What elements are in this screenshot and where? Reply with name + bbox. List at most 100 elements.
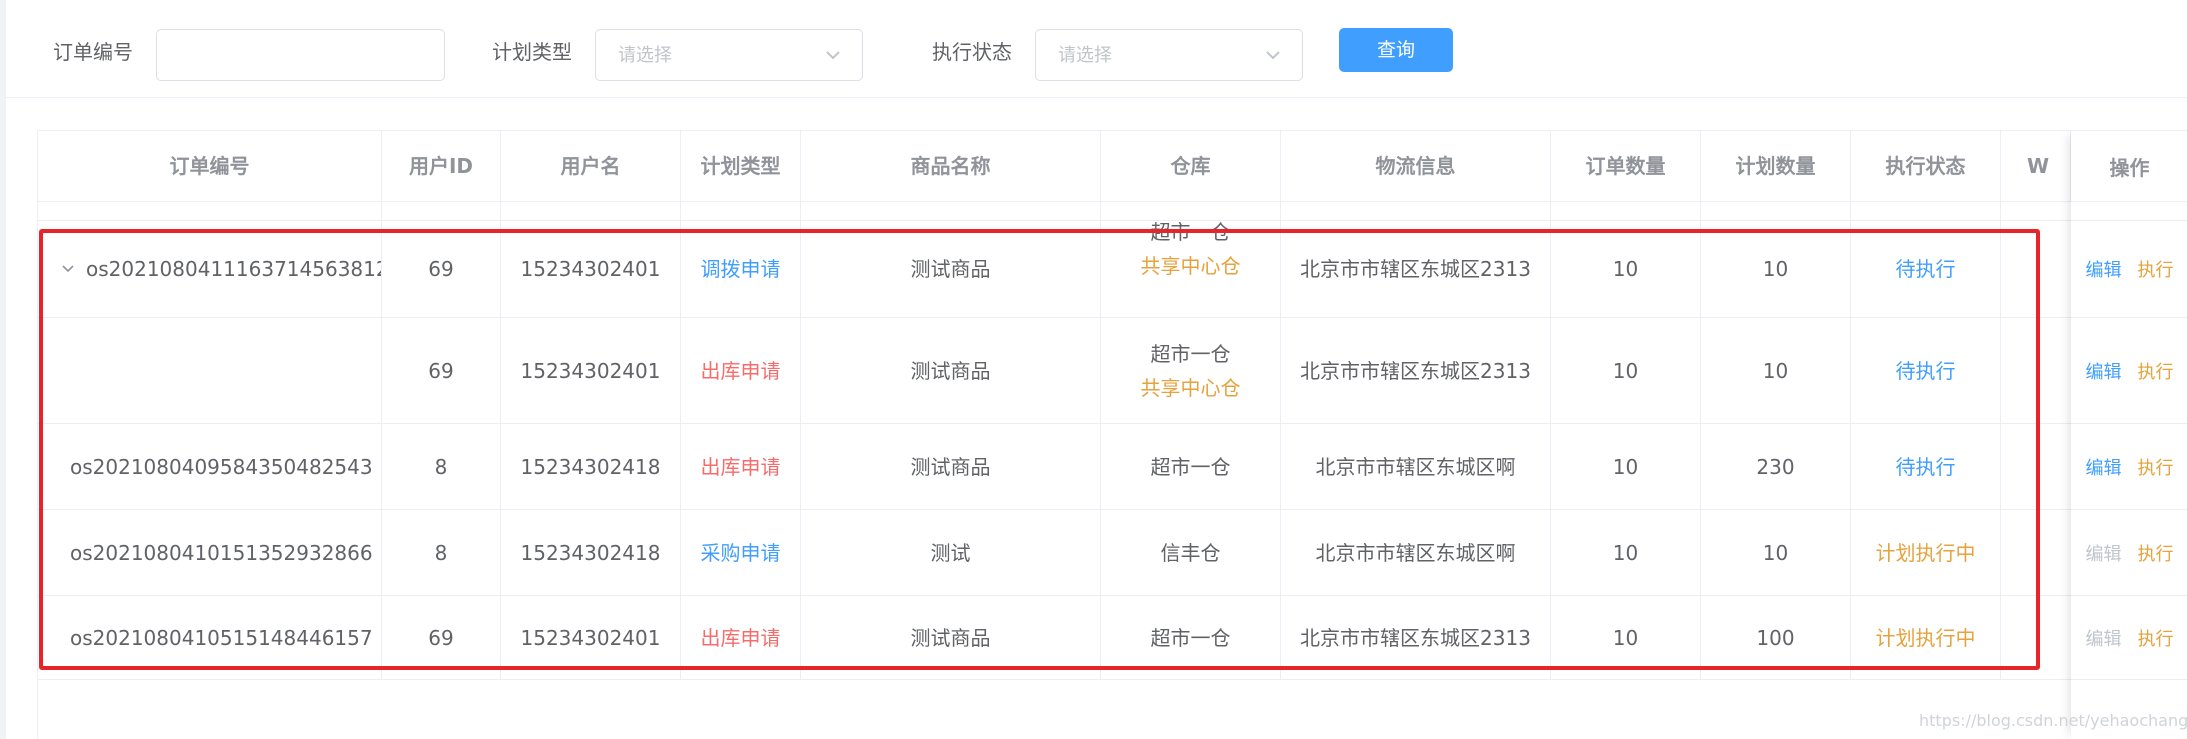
action-column: 操作 编辑 执行 编辑 执行 编辑 执行 编辑 执行 编辑 执行 [2071, 131, 2187, 739]
column-header[interactable]: 计划类型 [681, 131, 801, 201]
user-name-cell: 15234302401 [501, 596, 681, 679]
warehouse-cell: 超市一仓 [1101, 596, 1281, 679]
status-cell: 计划执行中 [1851, 596, 2001, 679]
watermark: https://blog.csdn.net/yehaochang520 [1919, 711, 2187, 730]
row-actions: 编辑 执行 [2071, 596, 2187, 680]
logistics-cell: 北京市市辖区东城区2313 [1281, 596, 1551, 679]
execute-link[interactable]: 执行 [2138, 454, 2174, 480]
execute-link[interactable]: 执行 [2138, 625, 2174, 651]
row-actions: 编辑 执行 [2071, 424, 2187, 510]
product-cell: 测试 [801, 510, 1101, 595]
plan-qty-cell: 10 [1701, 510, 1851, 595]
order-no-label: 订单编号 [53, 40, 133, 64]
table-cell [1551, 202, 1701, 220]
warehouse-cell: 信丰仓 [1101, 510, 1281, 595]
column-header[interactable]: 执行状态 [1851, 131, 2001, 201]
row-actions: 编辑 执行 [2071, 318, 2187, 424]
column-header[interactable]: 计划数量 [1701, 131, 1851, 201]
logistics-cell: 北京市市辖区东城区啊 [1281, 424, 1551, 509]
plan-type-cell: 出库申请 [681, 318, 801, 423]
table-row[interactable]: 69 15234302401 出库申请 测试商品 超市一仓 共享中心仓 北京市市… [38, 318, 2187, 424]
user-id-cell: 69 [382, 596, 501, 679]
order-qty-cell: 10 [1551, 221, 1701, 317]
column-header[interactable]: 订单编号 [38, 131, 382, 201]
row-actions: 编辑 执行 [2071, 510, 2187, 596]
warehouse-cell: 超市一仓 共享中心仓 [1101, 318, 1281, 423]
filter-bar: 订单编号 计划类型 请选择 执行状态 请选择 查询 [6, 0, 2187, 98]
order-no-cell [38, 318, 382, 423]
user-id-cell: 69 [382, 318, 501, 423]
table-spacer-row [38, 202, 2187, 221]
chevron-down-icon [826, 51, 840, 60]
warehouse-primary: 超市一仓 [1150, 221, 1231, 244]
user-name-cell: 15234302401 [501, 318, 681, 423]
plan-type-label: 计划类型 [492, 40, 572, 64]
warehouse-cell: 超市一仓 共享中心仓 [1101, 221, 1281, 317]
product-cell: 测试商品 [801, 596, 1101, 679]
order-qty-cell: 10 [1551, 510, 1701, 595]
edit-link-disabled: 编辑 [2085, 543, 2122, 565]
table-row[interactable]: os20210804095843504825​43 8 15234302418 … [38, 424, 2187, 510]
status-cell: 待执行 [1851, 318, 2001, 423]
query-button[interactable]: 查询 [1339, 28, 1453, 72]
column-header[interactable]: 物流信息 [1281, 131, 1551, 201]
user-name-cell: 15234302401 [501, 221, 681, 317]
order-qty-cell: 10 [1551, 424, 1701, 509]
execute-link[interactable]: 执行 [2138, 256, 2174, 282]
execute-link[interactable]: 执行 [2138, 358, 2174, 384]
product-cell: 测试商品 [801, 221, 1101, 317]
table-cell [801, 202, 1101, 220]
column-header[interactable]: 商品名称 [801, 131, 1101, 201]
plan-qty-cell: 10 [1701, 221, 1851, 317]
table-cell [681, 202, 801, 220]
edit-link[interactable]: 编辑 [2086, 256, 2122, 282]
exec-status-placeholder: 请选择 [1058, 45, 1112, 66]
order-no-cell: os20210804095843504825​43 [38, 424, 382, 509]
plan-table: 订单编号 用户ID 用户名 计划类型 商品名称 仓库 物流信息 订单数量 计划数… [37, 130, 2187, 739]
order-qty-cell: 10 [1551, 318, 1701, 423]
plan-type-select[interactable]: 请选择 [595, 29, 863, 81]
action-spacer [2071, 202, 2187, 221]
plan-type-cell: 采购申请 [681, 510, 801, 595]
user-id-cell: 8 [382, 510, 501, 595]
status-cell: 计划执行中 [1851, 510, 2001, 595]
column-header[interactable]: 仓库 [1101, 131, 1281, 201]
table-row[interactable]: os20210804101513529328​66 8 15234302418 … [38, 510, 2187, 596]
table-cell [1281, 202, 1551, 220]
edit-link[interactable]: 编辑 [2086, 358, 2122, 384]
column-header[interactable]: 订单数量 [1551, 131, 1701, 201]
plan-qty-cell: 230 [1701, 424, 1851, 509]
table-cell [1101, 202, 1281, 220]
column-header[interactable]: 用户名 [501, 131, 681, 201]
warehouse-secondary: 共享中心仓 [1140, 254, 1241, 278]
action-column-header: 操作 [2071, 131, 2187, 202]
execute-link[interactable]: 执行 [2138, 540, 2174, 566]
order-no-text: os20210804111637145638​12 [86, 257, 382, 281]
table-cell [38, 202, 382, 220]
status-cell: 待执行 [1851, 221, 2001, 317]
order-no-cell: os20210804111637145638​12 [38, 221, 382, 317]
plan-qty-cell: 10 [1701, 318, 1851, 423]
row-actions: 编辑 执行 [2071, 221, 2187, 318]
plan-type-placeholder: 请选择 [618, 45, 672, 66]
order-no-field[interactable] [156, 29, 445, 81]
order-no-input[interactable] [157, 30, 444, 80]
column-header[interactable]: 用户ID [382, 131, 501, 201]
order-qty-cell: 10 [1551, 596, 1701, 679]
column-header[interactable]: W [2001, 131, 2071, 201]
logistics-cell: 北京市市辖区东城区啊 [1281, 510, 1551, 595]
table-row[interactable]: os20210804105151484461​57 69 15234302401… [38, 596, 2187, 680]
exec-status-select[interactable]: 请选择 [1035, 29, 1303, 81]
user-id-cell: 8 [382, 424, 501, 509]
user-id-cell: 69 [382, 221, 501, 317]
warehouse-secondary: 共享中心仓 [1140, 375, 1241, 400]
table-cell [1701, 202, 1851, 220]
exec-status-label: 执行状态 [932, 40, 1012, 64]
plan-type-cell: 调拨申请 [681, 221, 801, 317]
table-row[interactable]: os20210804111637145638​12 69 15234302401… [38, 221, 2187, 318]
table-cell [1851, 202, 2001, 220]
product-cell: 测试商品 [801, 318, 1101, 423]
user-name-cell: 15234302418 [501, 510, 681, 595]
edit-link[interactable]: 编辑 [2086, 454, 2122, 480]
chevron-down-icon[interactable] [60, 261, 76, 277]
